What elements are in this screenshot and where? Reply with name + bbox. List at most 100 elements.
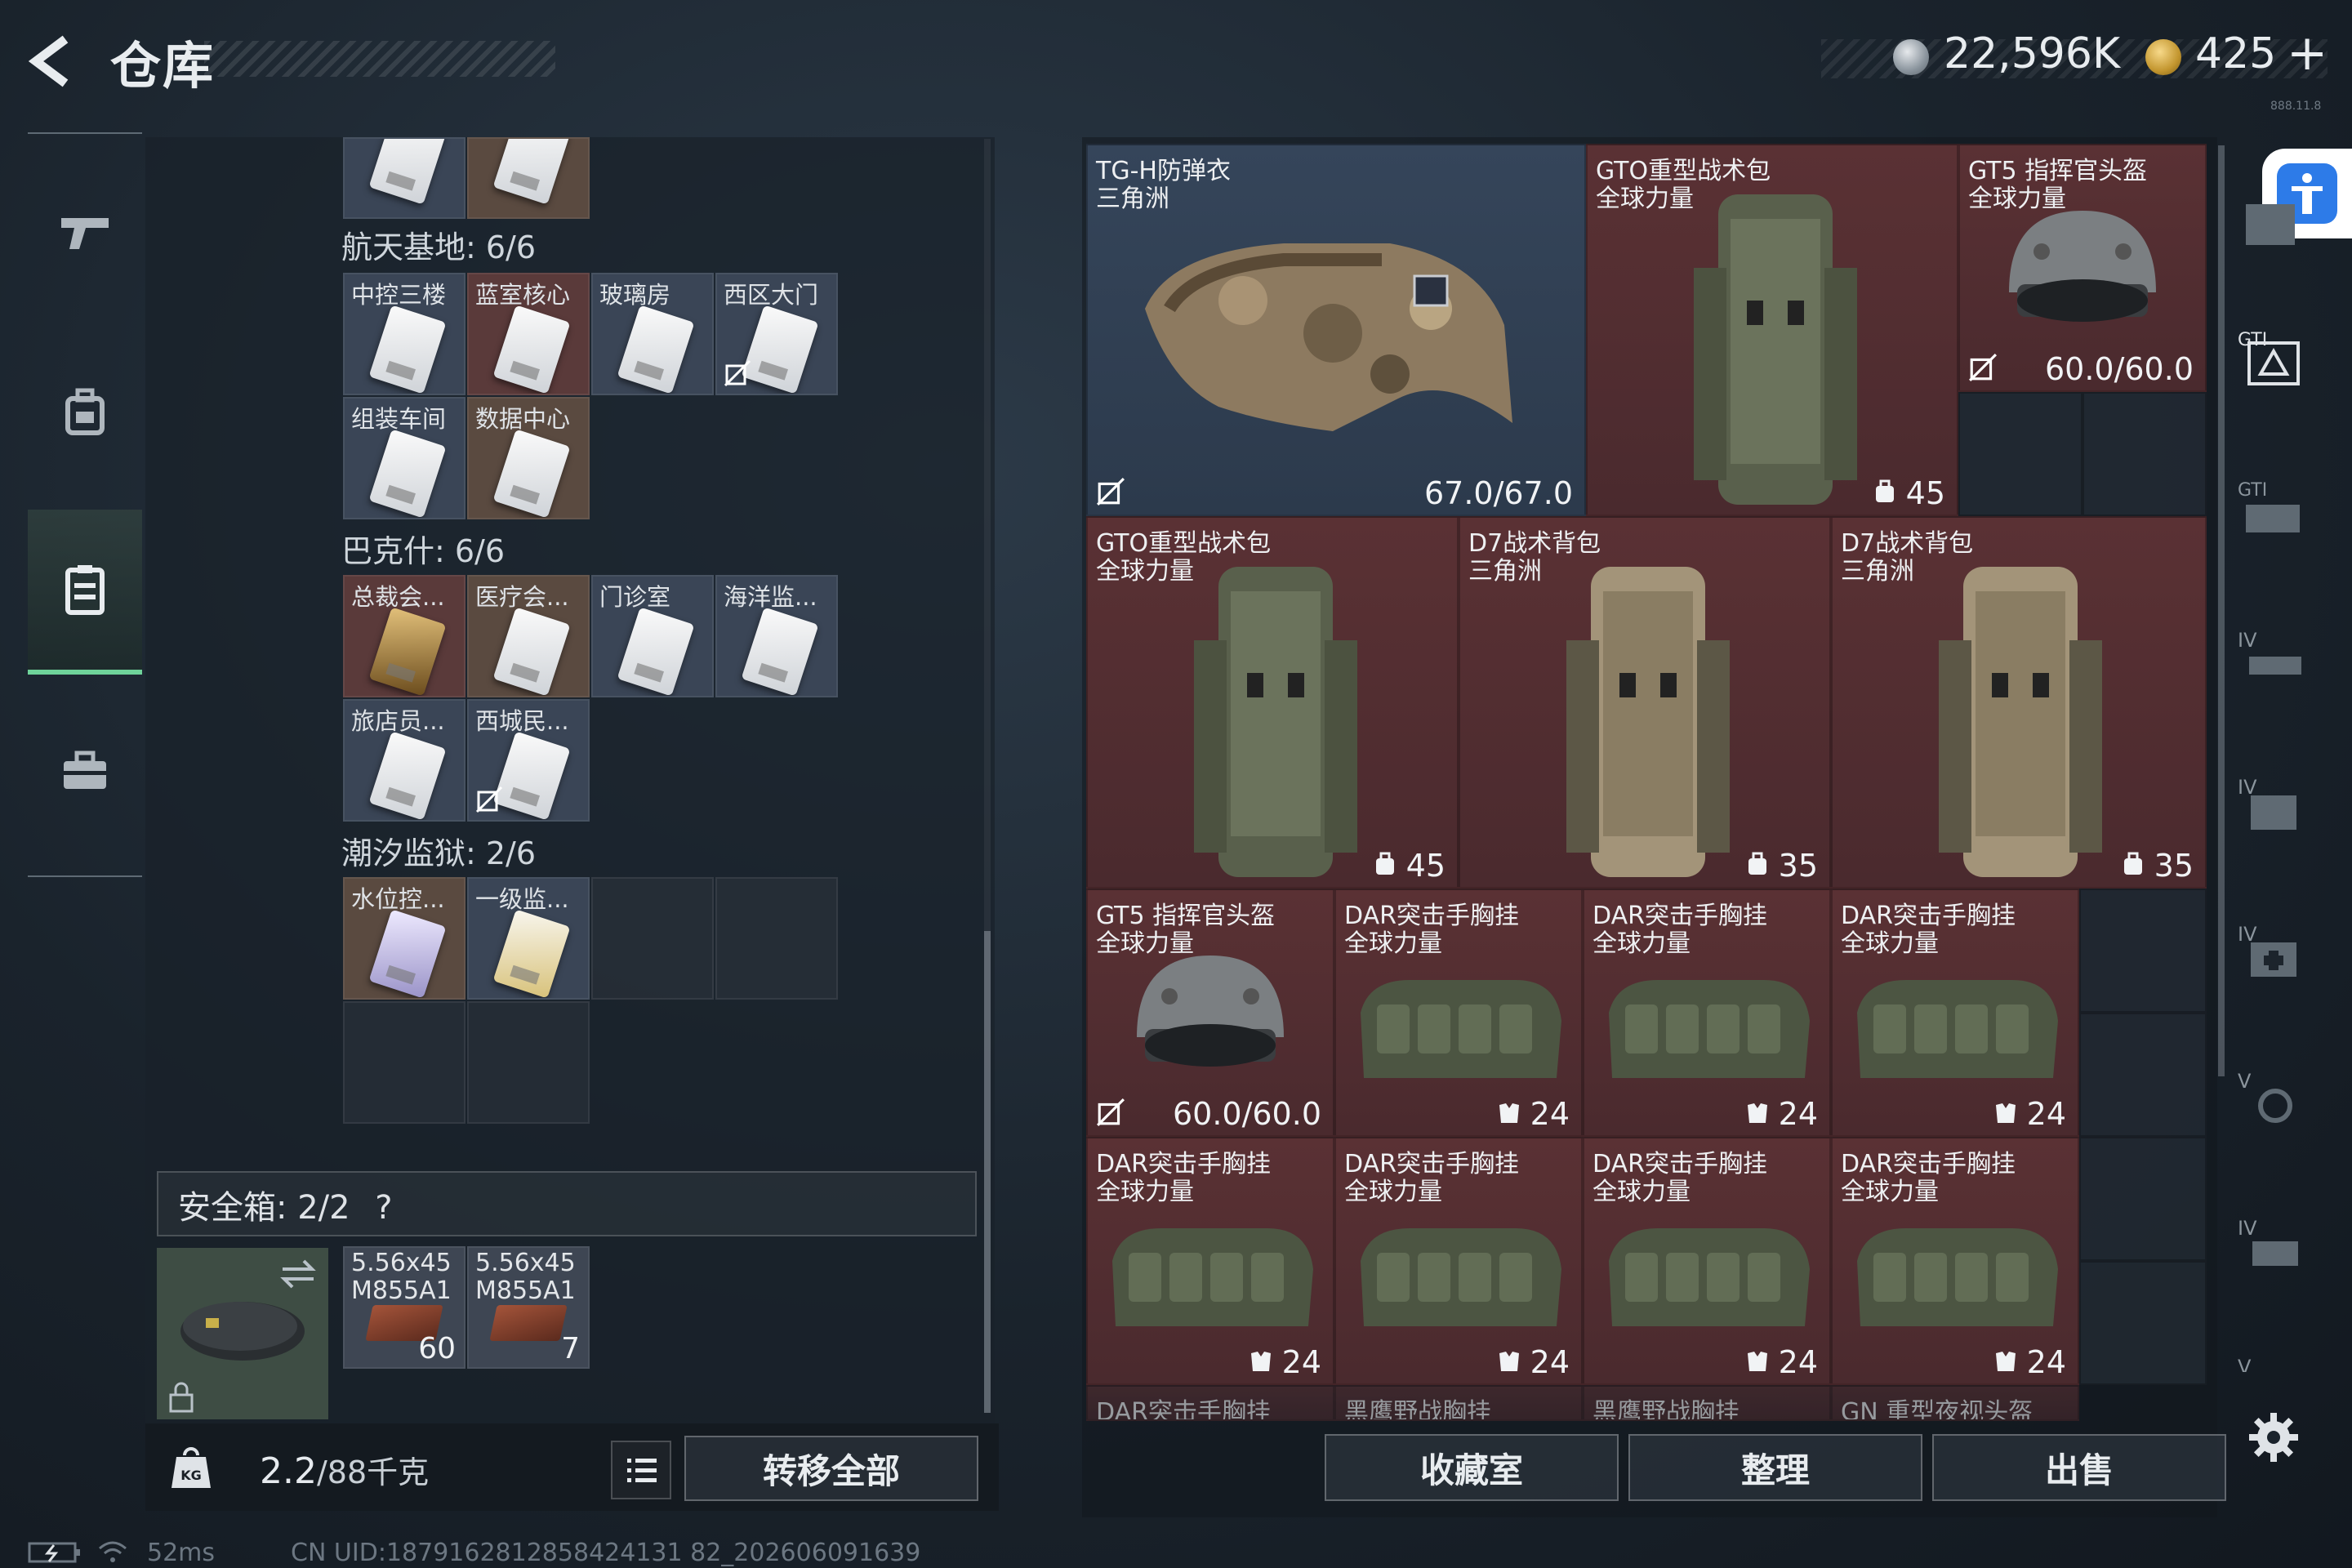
- nav-storage[interactable]: [28, 510, 142, 675]
- sidebar-slot-1[interactable]: [2238, 188, 2311, 253]
- keycard-item[interactable]: 医疗会...: [467, 575, 590, 697]
- keycard-item[interactable]: 旅店员...: [343, 699, 466, 822]
- vest-capacity-icon: [1499, 1352, 1519, 1371]
- wifi-icon: [99, 1541, 127, 1562]
- keycard-item[interactable]: 海洋监...: [715, 575, 838, 697]
- stash-item[interactable]: DAR突击手胸挂 全球力量 24: [1086, 1137, 1334, 1385]
- stash-item[interactable]: DAR突击手胸挂 全球力量 24: [1583, 1137, 1831, 1385]
- keycard-partial[interactable]: [467, 137, 590, 219]
- sidebar-slot-3[interactable]: GTI: [2238, 480, 2311, 546]
- stash-item[interactable]: DAR突击手胸挂 全球力量 24: [1831, 889, 2079, 1137]
- nav-equipment[interactable]: [28, 330, 142, 493]
- sidebar-slot-4[interactable]: IV: [2238, 629, 2311, 694]
- backpack-icon: [65, 388, 105, 435]
- keycard-item[interactable]: 西城民...: [467, 699, 590, 822]
- sort-button[interactable]: 整理: [1628, 1434, 1922, 1501]
- safe-box-container[interactable]: [157, 1248, 328, 1419]
- keycard-empty-slot[interactable]: [591, 877, 714, 1000]
- keycard-item[interactable]: 门诊室: [591, 575, 714, 697]
- item-faction: 三角洲: [1841, 557, 1914, 586]
- item-capacity: 24: [1994, 1344, 2066, 1380]
- sidebar-slot-2[interactable]: GTI: [2238, 330, 2311, 395]
- stash-item[interactable]: GTO重型战术包 全球力量 45: [1586, 144, 1958, 516]
- sidebar-slot-9[interactable]: V: [2238, 1356, 2311, 1372]
- keycard-item[interactable]: 组装车间: [343, 397, 466, 519]
- stash-item[interactable]: DAR突击手胸挂 全球力量 24: [1334, 889, 1583, 1137]
- ammo-item[interactable]: 5.56x45 M855A1 7: [467, 1246, 590, 1369]
- keycard-empty-slot[interactable]: [467, 1001, 590, 1124]
- backpack-capacity-icon: [1875, 479, 1894, 502]
- sidebar-slot-5[interactable]: IV: [2238, 776, 2311, 841]
- keycard-empty-slot[interactable]: [343, 1001, 466, 1124]
- settings-gear-icon[interactable]: [2247, 1411, 2300, 1463]
- stash-item[interactable]: D7战术背包 三角洲 35: [1459, 516, 1831, 889]
- stash-item-partial[interactable]: DAR突击手胸挂: [1086, 1385, 1334, 1421]
- keycard-partial[interactable]: [343, 137, 466, 219]
- stash-empty-slot[interactable]: [2082, 392, 2207, 516]
- stash-empty-slot[interactable]: [2079, 1261, 2207, 1385]
- stash-item-partial[interactable]: 黑鹰野战胸挂: [1334, 1385, 1583, 1421]
- keycard-item[interactable]: 总裁会...: [343, 575, 466, 697]
- keycard-item[interactable]: 玻璃房: [591, 273, 714, 395]
- keycard-item[interactable]: 数据中心: [467, 397, 590, 519]
- stash-scrollbar[interactable]: [2218, 145, 2225, 1076]
- stash-item[interactable]: DAR突击手胸挂 全球力量 24: [1334, 1137, 1583, 1385]
- item-faction: 全球力量: [1344, 1178, 1442, 1206]
- item-durability: 60.0/60.0: [1172, 1096, 1321, 1132]
- keycard-empty-slot[interactable]: [715, 877, 838, 1000]
- sidebar-slot-7[interactable]: V: [2238, 1070, 2311, 1135]
- nav-weapons[interactable]: [28, 150, 142, 314]
- ammo-item[interactable]: 5.56x45 M855A1 60: [343, 1246, 466, 1369]
- stash-item[interactable]: GT5 指挥官头盔 全球力量 60.0/60.0: [1086, 889, 1334, 1137]
- vest-capacity-icon: [1995, 1103, 2016, 1123]
- stash-item[interactable]: GT5 指挥官头盔 全球力量 60.0/60.0: [1958, 144, 2207, 392]
- stash-item[interactable]: DAR突击手胸挂 全球力量 24: [1831, 1137, 2079, 1385]
- safe-case-image: [180, 1302, 305, 1361]
- keycard-item[interactable]: 蓝室核心: [467, 273, 590, 395]
- body-armor-image: [1145, 243, 1512, 431]
- no-trade-icon: [724, 359, 751, 387]
- stash-item[interactable]: TG-H防弹衣 三角洲 67.0/67.0: [1086, 144, 1586, 516]
- stash-empty-slot[interactable]: [2079, 1013, 2207, 1137]
- item-faction: 全球力量: [1841, 1178, 1939, 1206]
- stash-item[interactable]: DAR突击手胸挂 全球力量 24: [1583, 889, 1831, 1137]
- section-title-bakesh: 巴克什: 6/6: [341, 533, 506, 569]
- no-trade-icon: [475, 786, 503, 813]
- sidebar-slot-6[interactable]: IV: [2238, 923, 2311, 988]
- keycard-item[interactable]: 水位控...: [343, 877, 466, 1000]
- help-button[interactable]: ?: [375, 1189, 392, 1227]
- sell-button[interactable]: 出售: [1932, 1434, 2226, 1501]
- collection-room-button[interactable]: 收藏室: [1325, 1434, 1619, 1501]
- stash-item[interactable]: D7战术背包 三角洲 35: [1831, 516, 2207, 889]
- nav-briefcase[interactable]: [28, 689, 142, 853]
- weight-icon: KG: [172, 1447, 211, 1488]
- list-view-button[interactable]: [611, 1441, 671, 1499]
- keycard-item[interactable]: 中控三楼: [343, 273, 466, 395]
- stash-empty-slot[interactable]: [1958, 392, 2082, 516]
- version-text: 888.11.8: [2270, 100, 2322, 113]
- left-scrollbar-thumb[interactable]: [984, 931, 991, 1413]
- transfer-all-button[interactable]: 转移全部: [684, 1436, 978, 1501]
- keycard-item[interactable]: 西区大门: [715, 273, 838, 395]
- weight-readout: 2.2/88千克: [260, 1447, 429, 1492]
- helmet-image: [1137, 956, 1284, 1067]
- list-icon: [627, 1459, 657, 1482]
- stash-empty-slot[interactable]: [2079, 889, 2207, 1013]
- back-arrow-icon[interactable]: [24, 33, 82, 90]
- sidebar-slot-8[interactable]: IV: [2238, 1217, 2311, 1282]
- swap-icon[interactable]: [279, 1258, 317, 1290]
- stash-item[interactable]: GTO重型战术包 全球力量 45: [1086, 516, 1459, 889]
- safe-box-title: 安全箱: 2/2 ?: [178, 1181, 393, 1228]
- no-trade-icon: [1096, 477, 1125, 506]
- helmet-image: [2009, 211, 2156, 322]
- stash-item-partial[interactable]: GN 重型夜视头盔: [1831, 1385, 2079, 1421]
- add-currency-button[interactable]: +: [2287, 24, 2328, 82]
- keycard-item[interactable]: 一级监...: [467, 877, 590, 1000]
- gun-icon: [61, 218, 109, 249]
- uid-text: CN UID:1879162812858424131 82_2026060916…: [291, 1539, 921, 1567]
- item-capacity: 24: [1498, 1344, 1570, 1380]
- stash-empty-slot[interactable]: [2079, 1137, 2207, 1261]
- chest-rig-image: [1609, 980, 1810, 1078]
- vest-capacity-icon: [1747, 1352, 1767, 1371]
- stash-item-partial[interactable]: 黑鹰野战胸挂: [1583, 1385, 1831, 1421]
